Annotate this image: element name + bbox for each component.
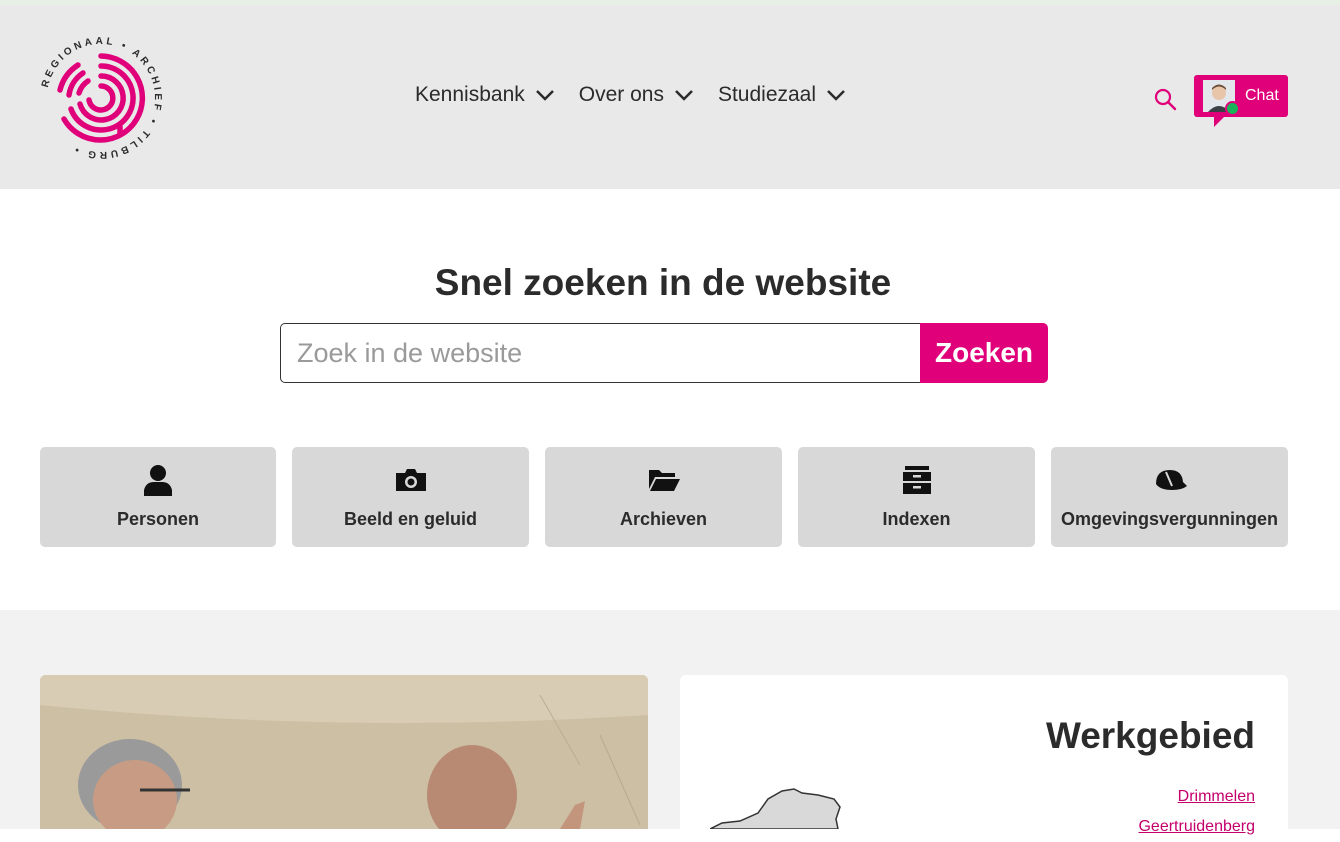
search-submit-button[interactable]: Zoeken <box>920 323 1048 383</box>
nav-studiezaal[interactable]: Studiezaal <box>718 83 846 107</box>
nav-over-ons[interactable]: Over ons <box>579 83 694 107</box>
nav-studiezaal-label: Studiezaal <box>717 83 817 106</box>
nav-kennisbank-label: Kennisbank <box>415 83 525 106</box>
quick-links: Personen Beeld en geluid Archieven Index… <box>40 447 1288 547</box>
werkgebied-title: Werkgebied <box>1045 715 1255 756</box>
nav-kennisbank[interactable]: Kennisbank <box>415 83 555 107</box>
site-header: REGIONAAL • ARCHIEF • TILBURG • Kennisba… <box>0 5 1340 189</box>
werkgebied-card: Werkgebied Drimmelen Geertruidenberg <box>680 675 1288 835</box>
link-geertruidenberg[interactable]: Geertruidenberg <box>1138 812 1255 842</box>
chat-agent-avatar <box>1203 80 1240 116</box>
folder-open-icon <box>647 463 681 497</box>
hard-hat-icon <box>1152 463 1188 497</box>
chevron-down-icon <box>826 89 846 101</box>
tile-archieven[interactable]: Archieven <box>545 447 782 547</box>
werkgebied-map <box>710 788 841 829</box>
online-status-dot <box>1225 101 1240 116</box>
archive-box-icon <box>901 463 933 497</box>
chat-label: Chat <box>1245 87 1279 104</box>
tile-beeld-en-geluid[interactable]: Beeld en geluid <box>292 447 529 547</box>
person-icon <box>143 463 173 497</box>
tile-omgevingsvergunningen-label: Omgevingsvergunningen <box>1060 509 1279 529</box>
search-heading: Snel zoeken in de website <box>434 262 892 303</box>
tile-beeld-en-geluid-label: Beeld en geluid <box>343 509 478 529</box>
werkgebied-links: Drimmelen Geertruidenberg <box>1138 782 1255 842</box>
tile-omgevingsvergunningen[interactable]: Omgevingsvergunningen <box>1051 447 1288 547</box>
tile-indexen-label: Indexen <box>882 509 951 529</box>
camera-icon <box>394 463 428 497</box>
search-input[interactable] <box>280 323 920 383</box>
chevron-down-icon <box>535 89 555 101</box>
chevron-down-icon <box>674 89 694 101</box>
link-drimmelen[interactable]: Drimmelen <box>1138 782 1255 812</box>
chat-button[interactable]: Chat <box>1194 75 1288 117</box>
tile-personen[interactable]: Personen <box>40 447 276 547</box>
regionaal-archief-tilburg-logo[interactable]: REGIONAAL • ARCHIEF • TILBURG • <box>38 35 164 161</box>
tile-archieven-label: Archieven <box>619 509 708 529</box>
search-icon[interactable] <box>1153 87 1177 111</box>
nav-over-ons-label: Over ons <box>578 83 664 106</box>
archive-photo <box>40 675 648 829</box>
chat-bubble-tail <box>1214 115 1226 127</box>
tile-personen-label: Personen <box>116 509 200 529</box>
tile-indexen[interactable]: Indexen <box>798 447 1035 547</box>
main-navigation: Kennisbank Over ons Studiezaal <box>415 83 870 107</box>
